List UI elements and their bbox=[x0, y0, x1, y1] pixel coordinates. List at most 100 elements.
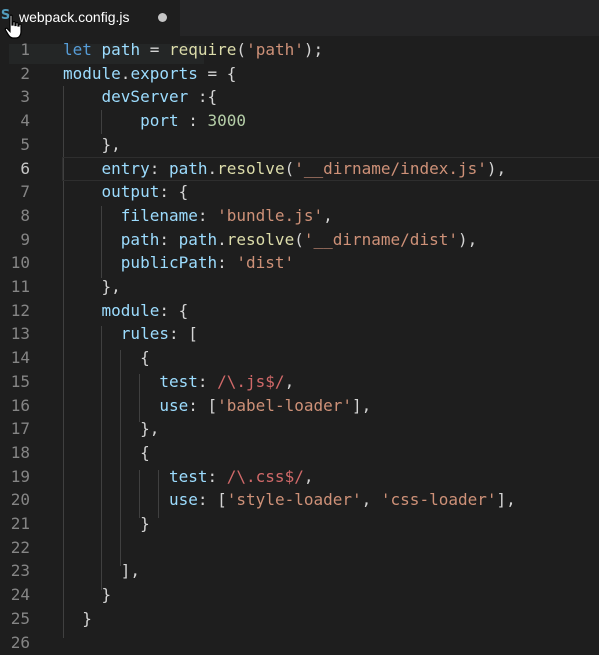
code-token: . bbox=[217, 230, 227, 249]
line-code: }, bbox=[63, 417, 159, 441]
line-number: 15 bbox=[10, 372, 30, 391]
code-line[interactable]: 6 entry: path.resolve('__dirname/index.j… bbox=[0, 157, 599, 181]
code-line[interactable]: 11 }, bbox=[0, 275, 599, 299]
code-token: : bbox=[159, 230, 179, 249]
code-token: resolve bbox=[226, 230, 295, 249]
line-code: module: { bbox=[63, 299, 189, 323]
line-code: } bbox=[63, 512, 150, 536]
line-number: 5 bbox=[20, 135, 30, 154]
line-code: rules: [ bbox=[63, 322, 198, 346]
code-token: ); bbox=[303, 40, 324, 59]
code-token: /\.css$/ bbox=[226, 467, 304, 486]
code-token: , bbox=[303, 467, 314, 486]
code-token: '__dirname/index.js' bbox=[294, 159, 487, 178]
code-line[interactable]: 10 publicPath: 'dist' bbox=[0, 251, 599, 275]
line-number: 8 bbox=[20, 206, 30, 225]
line-number: 2 bbox=[20, 64, 30, 83]
code-token: : [ bbox=[188, 396, 218, 415]
code-line[interactable]: 17 }, bbox=[0, 417, 599, 441]
tab-bar: JS webpack.config.js bbox=[0, 0, 599, 39]
unsaved-dot-icon[interactable] bbox=[158, 13, 167, 22]
code-token: } bbox=[63, 514, 150, 533]
line-code: use: ['babel-loader'], bbox=[63, 394, 371, 418]
line-code: } bbox=[63, 583, 112, 607]
code-token: { bbox=[63, 348, 150, 367]
code-token: : bbox=[197, 372, 218, 391]
line-code: entry: path.resolve('__dirname/index.js'… bbox=[63, 157, 507, 181]
code-line[interactable]: 15 test: /\.js$/, bbox=[0, 370, 599, 394]
code-token: 'dist' bbox=[236, 253, 295, 272]
code-line[interactable]: 9 path: path.resolve('__dirname/dist'), bbox=[0, 228, 599, 252]
code-token: } bbox=[63, 609, 92, 628]
code-editor[interactable]: 1 let path = require('path'); 2 module.expo… bbox=[0, 38, 599, 652]
code-token: let bbox=[63, 40, 92, 59]
line-number: 3 bbox=[20, 87, 30, 106]
code-line[interactable]: 8 filename: 'bundle.js', bbox=[0, 204, 599, 228]
code-token: entry bbox=[101, 159, 150, 178]
line-code: test: /\.js$/, bbox=[63, 370, 294, 394]
code-token: use bbox=[159, 396, 189, 415]
line-code: devServer :{ bbox=[63, 85, 218, 109]
line-number: 19 bbox=[10, 467, 30, 486]
code-token: path bbox=[178, 230, 218, 249]
code-line[interactable]: 14 { bbox=[0, 346, 599, 370]
code-token: , bbox=[323, 206, 333, 225]
line-number: 13 bbox=[10, 324, 30, 343]
code-line[interactable]: 21 } bbox=[0, 512, 599, 536]
code-token: : { bbox=[159, 182, 189, 201]
code-line[interactable]: 16 use: ['babel-loader'], bbox=[0, 394, 599, 418]
editor-tab[interactable]: JS webpack.config.js bbox=[0, 0, 180, 36]
line-code: filename: 'bundle.js', bbox=[63, 204, 333, 228]
code-token: rules bbox=[120, 324, 169, 343]
code-token: ( bbox=[236, 40, 247, 59]
line-number: 11 bbox=[10, 277, 30, 296]
line-code: { bbox=[63, 441, 150, 465]
line-number: 14 bbox=[10, 348, 30, 367]
code-line[interactable]: 2 module.exports = { bbox=[0, 62, 599, 86]
code-token: = { bbox=[197, 64, 237, 83]
code-line[interactable]: 19 test: /\.css$/, bbox=[0, 465, 599, 489]
code-token: module bbox=[63, 64, 121, 83]
code-line[interactable]: 22 bbox=[0, 536, 599, 560]
code-line[interactable]: 23 ], bbox=[0, 559, 599, 583]
code-line[interactable]: 24 } bbox=[0, 583, 599, 607]
code-line[interactable]: 26 bbox=[0, 631, 599, 655]
code-token: , bbox=[284, 372, 295, 391]
code-line[interactable]: 20 use: ['style-loader', 'css-loader'], bbox=[0, 488, 599, 512]
code-token: use bbox=[168, 490, 198, 509]
code-token: ( bbox=[294, 230, 304, 249]
line-code: }, bbox=[63, 275, 121, 299]
code-line[interactable]: 13 rules: [ bbox=[0, 322, 599, 346]
line-number: 26 bbox=[10, 633, 30, 652]
code-token: '__dirname/dist' bbox=[303, 230, 458, 249]
code-token: module bbox=[101, 301, 160, 320]
code-line[interactable]: 18 { bbox=[0, 441, 599, 465]
code-line[interactable]: 7 output: { bbox=[0, 180, 599, 204]
line-number: 7 bbox=[20, 182, 30, 201]
code-token: filename bbox=[120, 206, 198, 225]
code-line[interactable]: 3 devServer :{ bbox=[0, 85, 599, 109]
code-line[interactable]: 1 let path = require('path'); bbox=[0, 38, 599, 62]
tab-title[interactable]: webpack.config.js bbox=[19, 9, 130, 25]
code-line[interactable]: 4 port : 3000 bbox=[0, 109, 599, 133]
line-code: let path = require('path'); bbox=[63, 38, 323, 62]
code-token: resolve bbox=[217, 159, 285, 178]
code-token: : bbox=[217, 253, 237, 272]
code-token: : [ bbox=[197, 490, 227, 509]
code-token: = bbox=[140, 40, 169, 59]
code-line[interactable]: 5 }, bbox=[0, 133, 599, 157]
line-code: use: ['style-loader', 'css-loader'], bbox=[63, 488, 516, 512]
code-line[interactable]: 25 } bbox=[0, 607, 599, 631]
line-number: 12 bbox=[10, 301, 30, 320]
code-token: port bbox=[140, 111, 179, 130]
code-line[interactable]: 12 module: { bbox=[0, 299, 599, 323]
line-code: output: { bbox=[63, 180, 189, 204]
